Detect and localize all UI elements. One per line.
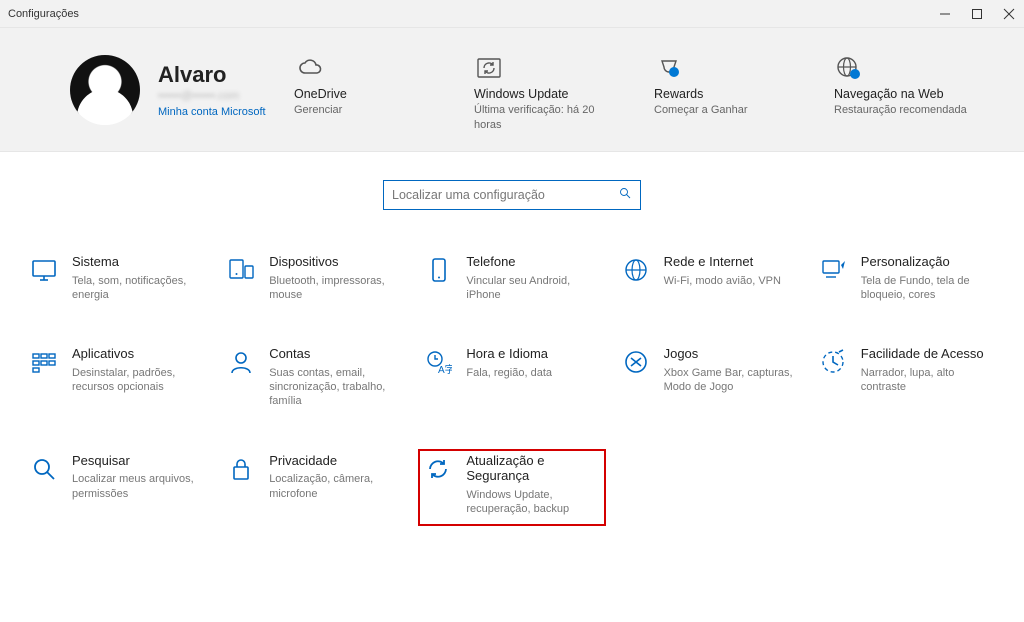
- category-telefone[interactable]: Telefone Vincular seu Android, iPhone: [418, 250, 605, 312]
- category-pesquisar[interactable]: Pesquisar Localizar meus arquivos, permis…: [24, 449, 211, 527]
- category-sub: Localizar meus arquivos, permissões: [72, 472, 205, 501]
- header-tiles: OneDrive Gerenciar Windows Update Última ve…: [294, 47, 974, 132]
- category-sub: Suas contas, email, sincronização, traba…: [269, 366, 402, 409]
- close-button[interactable]: [1002, 7, 1016, 21]
- category-jogos[interactable]: Jogos Xbox Game Bar, capturas, Modo de Jo…: [616, 342, 803, 418]
- dispositivos-icon: [225, 254, 257, 286]
- tile-label: Windows Update: [474, 87, 614, 101]
- category-sub: Bluetooth, impressoras, mouse: [269, 274, 402, 303]
- window-title: Configurações: [8, 8, 938, 20]
- category-sub: Localização, câmera, microfone: [269, 472, 402, 501]
- jogos-icon: [620, 346, 652, 378]
- category-aplicativos[interactable]: Aplicativos Desinstalar, padrões, recurso…: [24, 342, 211, 418]
- category-title: Atualização e Segurança: [466, 453, 599, 484]
- category-title: Sistema: [72, 254, 205, 270]
- category-title: Telefone: [466, 254, 599, 270]
- category-title: Facilidade de Acesso: [861, 346, 994, 362]
- category-title: Personalização: [861, 254, 994, 270]
- tile-label: Navegação na Web: [834, 87, 974, 101]
- account-link[interactable]: Minha conta Microsoft: [158, 106, 266, 118]
- account-block: Alvaro ••••••@••••••.com Minha conta Mic…: [70, 55, 294, 125]
- account-email: ••••••@••••••.com: [158, 90, 266, 102]
- browsing-icon: [834, 47, 974, 81]
- category-sub: Wi-Fi, modo avião, VPN: [664, 274, 781, 288]
- category-sub: Fala, região, data: [466, 366, 552, 380]
- sistema-icon: [28, 254, 60, 286]
- pesquisar-icon: [28, 453, 60, 485]
- personalizacao-icon: [817, 254, 849, 286]
- minimize-button[interactable]: [938, 7, 952, 21]
- category-contas[interactable]: Contas Suas contas, email, sincronização,…: [221, 342, 408, 418]
- tile-sub: Começar a Ganhar: [654, 103, 794, 117]
- header-tile-browsing[interactable]: Navegação na Web Restauração recomendada: [834, 47, 974, 132]
- aplicativos-icon: [28, 346, 60, 378]
- search-icon: [618, 186, 632, 205]
- category-title: Dispositivos: [269, 254, 402, 270]
- category-acesso[interactable]: Facilidade de Acesso Narrador, lupa, alto…: [813, 342, 1000, 418]
- category-title: Hora e Idioma: [466, 346, 552, 362]
- rede-icon: [620, 254, 652, 286]
- category-sub: Vincular seu Android, iPhone: [466, 274, 599, 303]
- category-title: Rede e Internet: [664, 254, 781, 270]
- header-tile-rewards[interactable]: Rewards Começar a Ganhar: [654, 47, 794, 132]
- tile-sub: Gerenciar: [294, 103, 434, 117]
- tile-sub: Última verificação: há 20 horas: [474, 103, 614, 132]
- category-sub: Xbox Game Bar, capturas, Modo de Jogo: [664, 366, 797, 395]
- avatar[interactable]: [70, 55, 140, 125]
- maximize-button[interactable]: [970, 7, 984, 21]
- category-rede[interactable]: Rede e Internet Wi-Fi, modo avião, VPN: [616, 250, 803, 312]
- account-name: Alvaro: [158, 62, 266, 88]
- window-titlebar: Configurações: [0, 0, 1024, 28]
- header-tile-update[interactable]: Windows Update Última verificação: há 20 …: [474, 47, 614, 132]
- atualizacao-icon: [422, 453, 454, 485]
- category-sistema[interactable]: Sistema Tela, som, notificações, energia: [24, 250, 211, 312]
- contas-icon: [225, 346, 257, 378]
- hora-icon: [422, 346, 454, 378]
- tile-label: OneDrive: [294, 87, 434, 101]
- category-atualizacao[interactable]: Atualização e Segurança Windows Update, r…: [418, 449, 605, 527]
- categories-grid: Sistema Tela, som, notificações, energia D…: [24, 250, 1000, 526]
- category-sub: Narrador, lupa, alto contraste: [861, 366, 994, 395]
- rewards-icon: [654, 47, 794, 81]
- acesso-icon: [817, 346, 849, 378]
- header-band: Alvaro ••••••@••••••.com Minha conta Mic…: [0, 28, 1024, 152]
- category-title: Pesquisar: [72, 453, 205, 469]
- category-sub: Tela, som, notificações, energia: [72, 274, 205, 303]
- onedrive-icon: [294, 47, 434, 81]
- category-title: Aplicativos: [72, 346, 205, 362]
- tile-label: Rewards: [654, 87, 794, 101]
- category-sub: Desinstalar, padrões, recursos opcionais: [72, 366, 205, 395]
- category-sub: Tela de Fundo, tela de bloqueio, cores: [861, 274, 994, 303]
- category-privacidade[interactable]: Privacidade Localização, câmera, microfon…: [221, 449, 408, 527]
- category-title: Privacidade: [269, 453, 402, 469]
- header-tile-onedrive[interactable]: OneDrive Gerenciar: [294, 47, 434, 132]
- category-personalizacao[interactable]: Personalização Tela de Fundo, tela de blo…: [813, 250, 1000, 312]
- category-title: Jogos: [664, 346, 797, 362]
- update-icon: [474, 47, 614, 81]
- tile-sub: Restauração recomendada: [834, 103, 974, 117]
- category-sub: Windows Update, recuperação, backup: [466, 488, 599, 517]
- telefone-icon: [422, 254, 454, 286]
- search-box[interactable]: [383, 180, 641, 210]
- category-title: Contas: [269, 346, 402, 362]
- privacidade-icon: [225, 453, 257, 485]
- category-dispositivos[interactable]: Dispositivos Bluetooth, impressoras, mous…: [221, 250, 408, 312]
- category-hora[interactable]: Hora e Idioma Fala, região, data: [418, 342, 605, 418]
- search-input[interactable]: [392, 188, 618, 202]
